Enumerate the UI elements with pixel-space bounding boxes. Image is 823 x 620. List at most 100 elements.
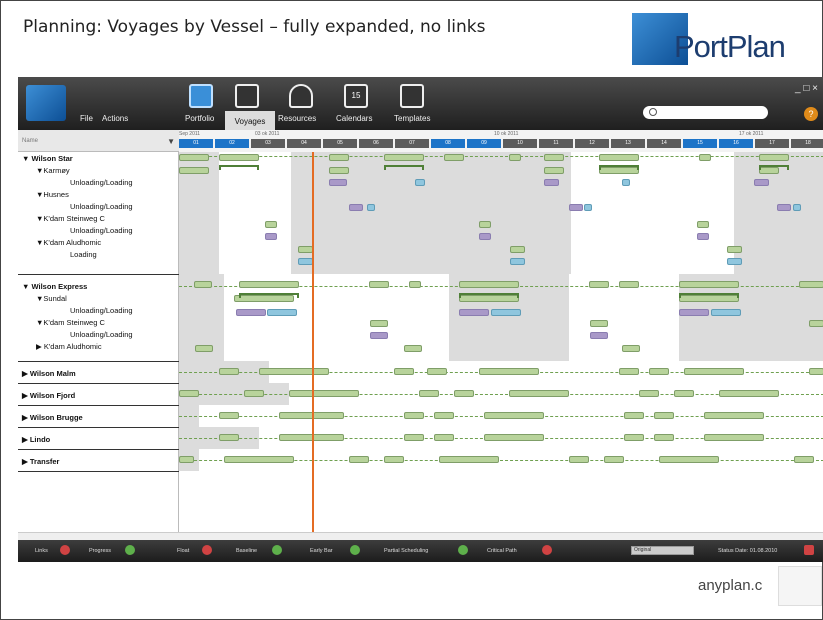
schedule-bar-blue[interactable] bbox=[367, 204, 375, 211]
schedule-bar[interactable] bbox=[809, 368, 823, 375]
schedule-bar[interactable] bbox=[289, 390, 359, 397]
port-row[interactable]: ▶ K'dam Aludhomic bbox=[18, 342, 179, 351]
port-row[interactable]: ▼Sundal bbox=[18, 294, 179, 303]
port-row[interactable]: ▼Karmøy bbox=[18, 166, 179, 175]
schedule-bar[interactable] bbox=[179, 167, 209, 174]
port-row[interactable]: Unloading/Loading bbox=[18, 178, 179, 187]
schedule-bar[interactable] bbox=[719, 390, 779, 397]
schedule-bar-blue[interactable] bbox=[711, 309, 741, 316]
schedule-bar[interactable] bbox=[624, 434, 644, 441]
schedule-bar-purple[interactable] bbox=[754, 179, 769, 186]
schedule-bar[interactable] bbox=[619, 281, 639, 288]
schedule-bar[interactable] bbox=[409, 281, 421, 288]
search-input[interactable] bbox=[643, 106, 768, 119]
schedule-bar[interactable] bbox=[384, 154, 424, 161]
schedule-bar[interactable] bbox=[444, 154, 464, 161]
toggle-baseline-icon[interactable] bbox=[272, 545, 283, 555]
schedule-bar[interactable] bbox=[439, 456, 499, 463]
schedule-bar-purple[interactable] bbox=[569, 204, 583, 211]
schedule-bar-purple[interactable] bbox=[544, 179, 559, 186]
schedule-bar-purple[interactable] bbox=[479, 233, 491, 240]
menu-actions[interactable]: Actions bbox=[102, 114, 128, 123]
schedule-bar[interactable] bbox=[369, 281, 389, 288]
schedule-bar[interactable] bbox=[794, 456, 814, 463]
vessel-row[interactable]: ▶ Wilson Brugge bbox=[18, 413, 179, 422]
schedule-bar[interactable] bbox=[434, 434, 454, 441]
schedule-bar[interactable] bbox=[704, 412, 764, 419]
schedule-bar[interactable] bbox=[329, 154, 349, 161]
schedule-bar-purple[interactable] bbox=[697, 233, 709, 240]
schedule-bar[interactable] bbox=[349, 456, 369, 463]
schedule-bar[interactable] bbox=[384, 456, 404, 463]
schedule-bar[interactable] bbox=[224, 456, 294, 463]
schedule-bar[interactable] bbox=[484, 434, 544, 441]
schedule-bar[interactable] bbox=[510, 246, 525, 253]
port-row[interactable]: Unloading/Loading bbox=[18, 306, 179, 315]
vessel-row[interactable]: ▼ Wilson Star bbox=[18, 154, 179, 163]
tab-portfolio[interactable]: Portfolio bbox=[185, 114, 214, 123]
schedule-bar-purple[interactable] bbox=[265, 233, 277, 240]
schedule-bar-blue[interactable] bbox=[267, 309, 297, 316]
schedule-bar-purple[interactable] bbox=[370, 332, 388, 339]
calendar-icon[interactable]: 15 bbox=[344, 84, 368, 108]
schedule-bar[interactable] bbox=[679, 281, 739, 288]
toggle-float-icon[interactable] bbox=[202, 545, 212, 555]
schedule-bar[interactable] bbox=[265, 221, 277, 228]
vessel-row[interactable]: ▶ Wilson Fjord bbox=[18, 391, 179, 400]
schedule-bar[interactable] bbox=[799, 281, 823, 288]
schedule-bar[interactable] bbox=[624, 412, 644, 419]
tab-templates[interactable]: Templates bbox=[394, 114, 430, 123]
tab-calendars[interactable]: Calendars bbox=[336, 114, 372, 123]
menu-file[interactable]: File bbox=[80, 114, 93, 123]
calendar-icon[interactable] bbox=[804, 545, 814, 555]
schedule-bar-purple[interactable] bbox=[590, 332, 608, 339]
baseline-select[interactable]: Original bbox=[631, 546, 694, 555]
schedule-bar-purple[interactable] bbox=[459, 309, 489, 316]
schedule-bar[interactable] bbox=[239, 281, 299, 288]
horizontal-scrollbar[interactable] bbox=[18, 532, 823, 540]
schedule-bar[interactable] bbox=[809, 320, 823, 327]
schedule-bar[interactable] bbox=[684, 368, 744, 375]
schedule-bar[interactable] bbox=[619, 368, 639, 375]
schedule-bar-blue[interactable] bbox=[622, 179, 630, 186]
schedule-bar[interactable] bbox=[589, 281, 609, 288]
portfolio-icon[interactable] bbox=[189, 84, 213, 108]
schedule-bar[interactable] bbox=[434, 412, 454, 419]
schedule-bar[interactable] bbox=[697, 221, 709, 228]
schedule-bar[interactable] bbox=[244, 390, 264, 397]
schedule-bar[interactable] bbox=[219, 412, 239, 419]
vessel-row[interactable]: ▼ Wilson Express bbox=[18, 282, 179, 291]
schedule-bar[interactable] bbox=[569, 456, 589, 463]
schedule-bar-blue[interactable] bbox=[510, 258, 525, 265]
schedule-bar-purple[interactable] bbox=[349, 204, 363, 211]
schedule-bar[interactable] bbox=[459, 281, 519, 288]
schedule-bar[interactable] bbox=[219, 154, 259, 161]
port-row[interactable]: Unloading/Loading bbox=[18, 330, 179, 339]
schedule-bar[interactable] bbox=[654, 412, 674, 419]
schedule-bar[interactable] bbox=[394, 368, 414, 375]
schedule-bar[interactable] bbox=[194, 281, 212, 288]
schedule-bar[interactable] bbox=[479, 368, 539, 375]
schedule-bar[interactable] bbox=[484, 412, 544, 419]
schedule-bar-purple[interactable] bbox=[679, 309, 709, 316]
schedule-bar[interactable] bbox=[479, 221, 491, 228]
schedule-bar[interactable] bbox=[219, 434, 239, 441]
schedule-bar[interactable] bbox=[179, 456, 194, 463]
schedule-bar[interactable] bbox=[419, 390, 439, 397]
schedule-bar-blue[interactable] bbox=[727, 258, 742, 265]
schedule-bar-purple[interactable] bbox=[236, 309, 266, 316]
schedule-bar[interactable] bbox=[427, 368, 447, 375]
schedule-bar[interactable] bbox=[509, 154, 521, 161]
schedule-bar[interactable] bbox=[179, 390, 199, 397]
schedule-bar[interactable] bbox=[622, 345, 640, 352]
toggle-critical-path-icon[interactable] bbox=[542, 545, 553, 555]
schedule-bar[interactable] bbox=[219, 368, 239, 375]
templates-icon[interactable] bbox=[400, 84, 424, 108]
toggle-links-icon[interactable] bbox=[60, 545, 70, 555]
schedule-bar[interactable] bbox=[370, 320, 388, 327]
schedule-bar[interactable] bbox=[404, 345, 422, 352]
port-row[interactable]: Unloading/Loading bbox=[18, 226, 179, 235]
schedule-bar[interactable] bbox=[404, 412, 424, 419]
schedule-bar-purple[interactable] bbox=[329, 179, 347, 186]
voyages-icon[interactable] bbox=[235, 84, 259, 108]
